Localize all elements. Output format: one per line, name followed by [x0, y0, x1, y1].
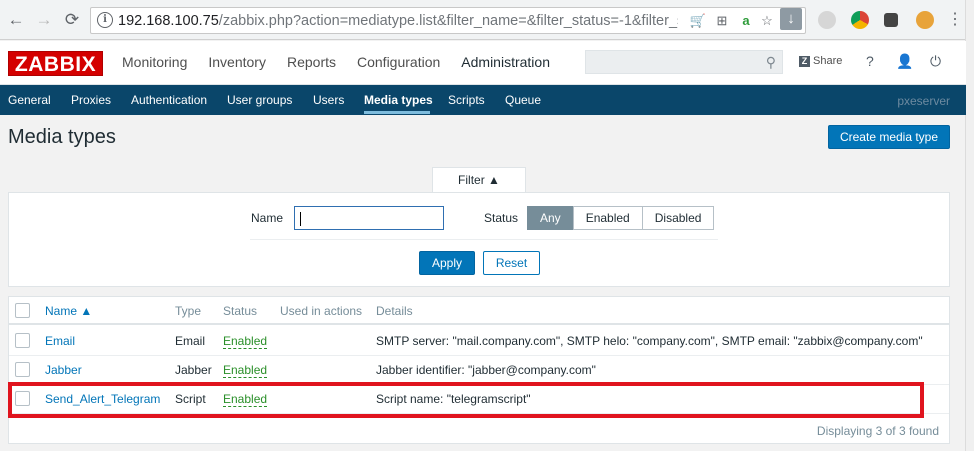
apply-button[interactable]: Apply [419, 251, 475, 275]
menu-inventory[interactable]: Inventory [208, 54, 266, 70]
admin-subnav: General Proxies Authentication User grou… [0, 85, 966, 115]
filter-status-label: Status [484, 211, 519, 225]
window-scrollbar[interactable] [965, 0, 974, 451]
media-types-table: Name ▲ Type Status Used in actions Detai… [8, 296, 950, 444]
status-disabled-option[interactable]: Disabled [641, 206, 715, 230]
share-z-icon: Z [799, 56, 810, 67]
table-header-row: Name ▲ Type Status Used in actions Detai… [9, 297, 949, 325]
url-path: /zabbix.php?action=mediatype.list&filter… [218, 13, 678, 29]
highlight-annotation-box [8, 382, 924, 418]
create-media-type-button[interactable]: Create media type [828, 125, 950, 149]
subnav-authentication[interactable]: Authentication [131, 93, 207, 107]
extension-icon[interactable] [818, 11, 836, 29]
media-type-details: Jabber identifier: "jabber@company.com" [376, 363, 596, 377]
help-icon[interactable]: ? [866, 53, 874, 69]
cookie-extension-icon[interactable] [916, 11, 934, 29]
col-type-header: Type [175, 304, 202, 318]
col-status-header: Status [223, 304, 258, 318]
status-any-option[interactable]: Any [527, 206, 574, 230]
menu-configuration[interactable]: Configuration [357, 54, 440, 70]
row-checkbox[interactable] [15, 362, 30, 377]
status-segmented-control: Any Enabled Disabled [527, 206, 715, 230]
subnav-users[interactable]: Users [313, 93, 344, 107]
search-icon[interactable]: ⚲ [766, 54, 776, 71]
filter-divider [250, 239, 718, 240]
back-arrow-icon[interactable]: ← [6, 10, 26, 30]
media-type-details: SMTP server: "mail.company.com", SMTP he… [376, 334, 923, 348]
page-title: Media types [8, 126, 116, 148]
url-text[interactable]: 192.168.100.75/zabbix.php?action=mediaty… [118, 13, 678, 29]
download-icon[interactable]: ↓ [780, 8, 802, 30]
reset-button[interactable]: Reset [483, 251, 540, 275]
table-row: Email Email Enabled SMTP server: "mail.c… [9, 327, 949, 356]
menu-reports[interactable]: Reports [287, 54, 336, 70]
sign-out-icon[interactable]: ⏻ [930, 53, 941, 70]
status-toggle-link[interactable]: Enabled [223, 334, 268, 349]
menu-monitoring[interactable]: Monitoring [122, 54, 187, 70]
server-name: pxeserver [897, 94, 950, 108]
cart-extension-icon[interactable]: 🛒 [689, 12, 707, 30]
translate-icon[interactable]: ⊞ [713, 12, 731, 30]
col-name-header[interactable]: Name ▲ [45, 304, 92, 318]
bookmark-star-icon[interactable]: ☆ [758, 12, 776, 30]
subnav-media-types[interactable]: Media types [364, 93, 433, 107]
url-host: 192.168.100.75 [118, 13, 219, 29]
browser-menu-icon[interactable]: ⋮ [945, 10, 965, 30]
main-menu: Monitoring Inventory Reports Configurati… [122, 54, 571, 70]
share-link[interactable]: Z Share [799, 55, 842, 67]
chrome-extension-icon[interactable] [851, 11, 869, 29]
reload-icon[interactable]: ⟳ [62, 10, 82, 30]
media-type-name-link[interactable]: Email [45, 334, 75, 348]
col-details-header: Details [376, 304, 413, 318]
filter-panel: Name Status Any Enabled Disabled Apply R… [8, 192, 950, 287]
site-info-icon[interactable]: i [97, 12, 113, 28]
address-bar[interactable]: i 192.168.100.75/zabbix.php?action=media… [90, 7, 806, 34]
share-label: Share [813, 55, 843, 67]
zabbix-header: ZABBIX Monitoring Inventory Reports Conf… [0, 41, 966, 85]
browser-toolbar: ← → ⟳ i 192.168.100.75/zabbix.php?action… [0, 0, 974, 40]
subnav-user-groups[interactable]: User groups [227, 93, 292, 107]
global-search-input[interactable]: ⚲ [585, 50, 783, 74]
row-checkbox[interactable] [15, 333, 30, 348]
subnav-general[interactable]: General [8, 93, 51, 107]
filter-toggle-tab[interactable]: Filter ▲ [432, 167, 526, 193]
status-toggle-link[interactable]: Enabled [223, 363, 268, 378]
subnav-proxies[interactable]: Proxies [71, 93, 111, 107]
media-type-type: Jabber [175, 363, 212, 377]
filter-name-input[interactable] [294, 206, 444, 230]
subnav-queue[interactable]: Queue [505, 93, 541, 107]
selected-tab-indicator [364, 111, 430, 114]
text-caret [300, 212, 301, 226]
zabbix-logo[interactable]: ZABBIX [8, 51, 103, 76]
table-row: Jabber Jabber Enabled Jabber identifier:… [9, 356, 949, 385]
forward-arrow-icon[interactable]: → [34, 10, 54, 30]
subnav-scripts[interactable]: Scripts [448, 93, 485, 107]
menu-administration[interactable]: Administration [461, 54, 550, 70]
filter-name-label: Name [251, 211, 284, 225]
media-type-type: Email [175, 334, 206, 348]
status-enabled-option[interactable]: Enabled [572, 206, 643, 230]
col-used-in-actions-header: Used in actions [280, 304, 363, 318]
user-profile-icon[interactable]: 👤 [896, 53, 913, 70]
table-footer-count: Displaying 3 of 3 found [816, 424, 939, 438]
lock-extension-icon[interactable] [884, 13, 898, 27]
media-type-name-link[interactable]: Jabber [45, 363, 82, 377]
grammar-extension-icon[interactable]: a [737, 12, 755, 30]
select-all-checkbox[interactable] [15, 303, 30, 318]
